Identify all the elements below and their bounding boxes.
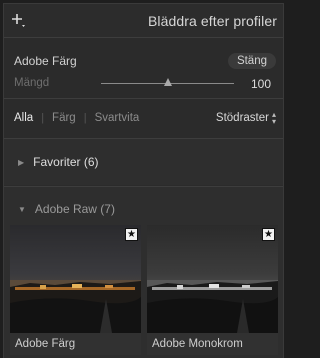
filter-separator: | <box>83 112 87 124</box>
grid-view-label: Stödraster <box>215 112 269 124</box>
profile-name: Adobe Färg <box>14 54 77 68</box>
close-button[interactable]: Stäng <box>227 53 276 69</box>
amount-label: Mängd <box>14 77 50 89</box>
divider <box>4 37 283 38</box>
group-favorites: ▶ Favoriter (6) <box>4 139 283 185</box>
updown-arrows-icon: ▴ ▾ <box>271 110 276 126</box>
profile-thumbnails: ★ Adobe Färg ★ Adobe Monokrom <box>10 225 278 355</box>
filter-all[interactable]: Alla <box>14 112 33 124</box>
triangle-right-icon: ▶ <box>18 157 25 167</box>
filter-separator: | <box>41 112 45 124</box>
plus-icon <box>12 13 25 27</box>
city-night-photo-monochrome <box>147 225 278 333</box>
group-favorites-label: Favoriter (6) <box>33 155 99 169</box>
city-night-photo <box>10 225 141 333</box>
filter-bar: Alla | Färg | Svartvita Stödraster ▴ ▾ <box>14 109 276 127</box>
grid-view-select[interactable]: Stödraster ▴ ▾ <box>215 110 276 126</box>
filter-bw[interactable]: Svartvita <box>95 112 140 124</box>
group-adobe-raw-header[interactable]: ▼ Adobe Raw (7) <box>18 202 115 216</box>
star-badge-icon[interactable]: ★ <box>262 228 275 241</box>
profile-browser-panel: Bläddra efter profiler Adobe Färg Stäng … <box>3 3 284 358</box>
amount-slider-thumb[interactable] <box>163 78 172 86</box>
star-badge-icon[interactable]: ★ <box>125 228 138 241</box>
profile-thumbnail-label: Adobe Monokrom <box>147 333 278 355</box>
amount-value: 100 <box>250 77 271 91</box>
panel-title: Bläddra efter profiler <box>147 12 277 29</box>
group-favorites-header[interactable]: ▶ Favoriter (6) <box>18 155 99 169</box>
divider <box>4 98 283 99</box>
panel-header: Bläddra efter profiler <box>4 4 283 37</box>
profile-thumbnail-label: Adobe Färg <box>10 333 141 355</box>
add-profile-button[interactable] <box>8 10 30 32</box>
amount-row: Mängd 100 <box>14 74 276 94</box>
group-adobe-raw-label: Adobe Raw (7) <box>34 202 115 216</box>
filter-color[interactable]: Färg <box>52 112 76 124</box>
profile-row: Adobe Färg Stäng <box>14 52 276 70</box>
profile-thumbnail-adobe-color[interactable]: ★ Adobe Färg <box>10 225 141 355</box>
triangle-down-icon: ▼ <box>18 204 26 214</box>
profile-thumbnail-adobe-monochrome[interactable]: ★ Adobe Monokrom <box>147 225 278 355</box>
